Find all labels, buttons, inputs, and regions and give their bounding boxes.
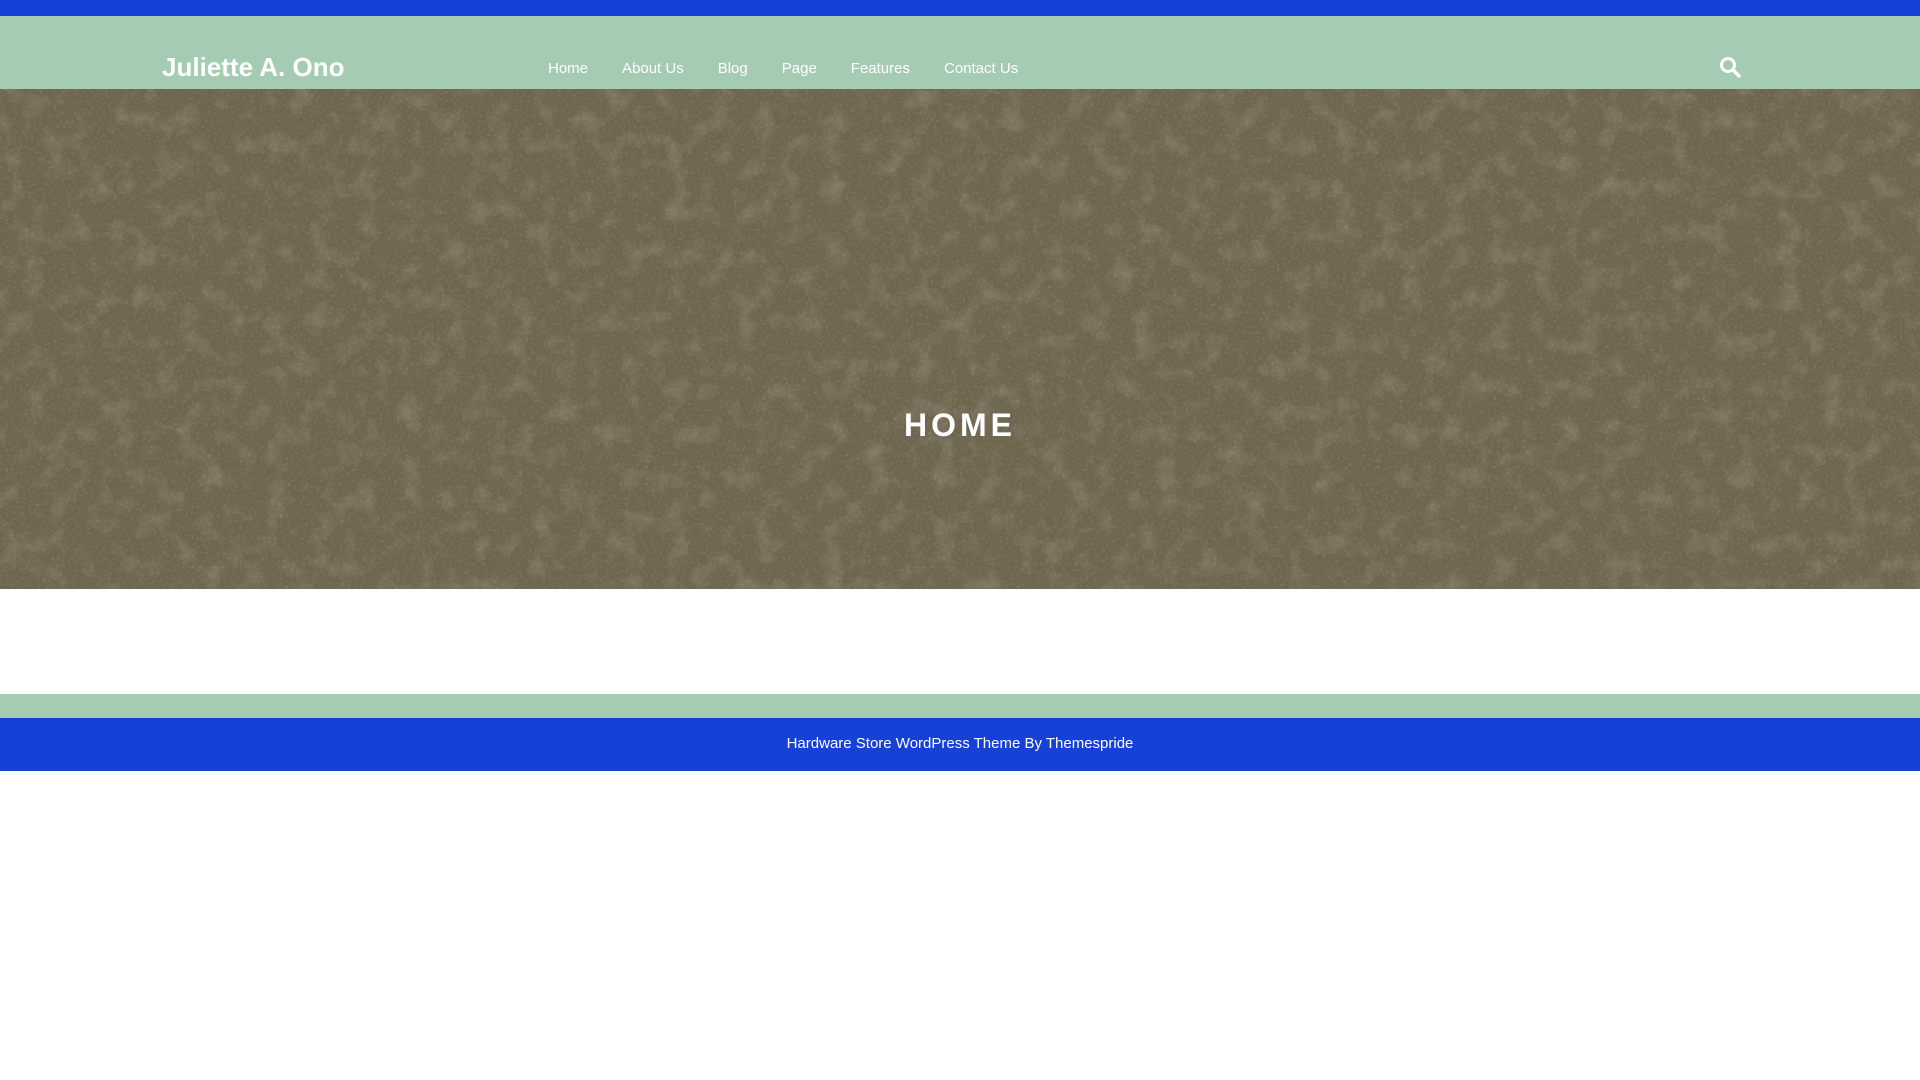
- search-icon: [1720, 57, 1741, 78]
- footer-top-band: [0, 694, 1920, 718]
- nav-item-features[interactable]: Features: [851, 59, 910, 79]
- nav-item-page[interactable]: Page: [782, 59, 817, 79]
- main-nav: Home About Us Blog Page Features Contact…: [548, 59, 1052, 79]
- nav-item-blog[interactable]: Blog: [718, 59, 748, 79]
- page-title: HOME: [904, 407, 1016, 443]
- page-hero-banner: HOME: [0, 89, 1920, 589]
- hero-texture-background: [0, 89, 1920, 589]
- nav-item-about-us[interactable]: About Us: [622, 59, 684, 79]
- search-button[interactable]: [1717, 54, 1743, 80]
- nav-item-contact-us[interactable]: Contact Us: [944, 59, 1018, 79]
- site-footer: Hardware Store WordPress Theme By Themes…: [0, 718, 1920, 771]
- footer-credit-text[interactable]: Hardware Store WordPress Theme By Themes…: [0, 734, 1920, 754]
- top-color-strip: [0, 0, 1920, 16]
- nav-item-home[interactable]: Home: [548, 59, 588, 79]
- site-title[interactable]: Juliette A. Ono: [162, 52, 345, 82]
- site-header: Juliette A. Ono Home About Us Blog Page …: [0, 16, 1920, 89]
